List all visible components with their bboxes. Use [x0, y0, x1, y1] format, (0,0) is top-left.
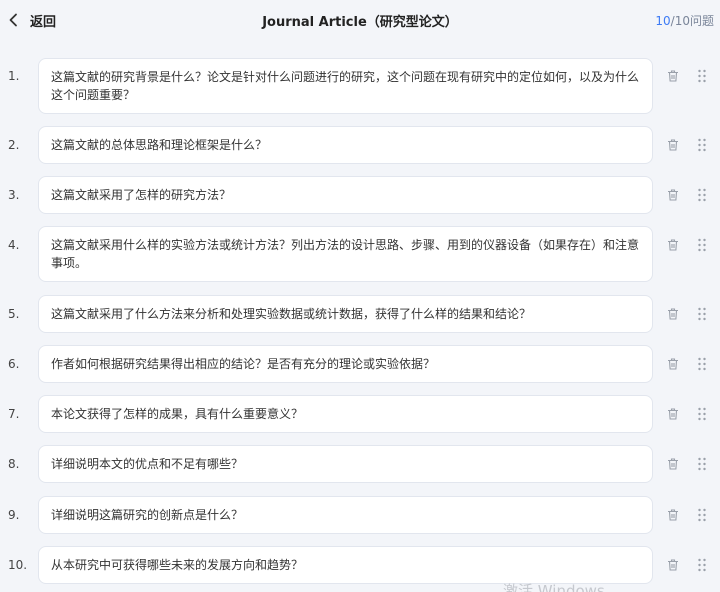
trash-icon[interactable]: [666, 188, 680, 202]
question-number: 8.: [8, 457, 20, 471]
question-number: 5.: [8, 307, 20, 321]
drag-handle-icon[interactable]: [697, 307, 707, 321]
drag-handle-icon[interactable]: [697, 407, 707, 421]
question-text[interactable]: 从本研究中可获得哪些未来的发展方向和趋势？: [38, 546, 653, 584]
drag-handle-icon[interactable]: [697, 188, 707, 202]
drag-handle-icon[interactable]: [697, 69, 707, 83]
question-number: 2.: [8, 138, 20, 152]
drag-handle-icon[interactable]: [697, 238, 707, 252]
question-text[interactable]: 详细说明本文的优点和不足有哪些？: [38, 445, 653, 483]
question-number: 10.: [8, 558, 28, 572]
question-counter: 10/10问题: [655, 12, 714, 29]
question-number: 3.: [8, 188, 20, 202]
question-text[interactable]: 这篇文献采用了什么方法来分析和处理实验数据或统计数据，获得了什么样的结果和结论？: [38, 295, 653, 333]
trash-icon[interactable]: [666, 407, 680, 421]
trash-icon[interactable]: [666, 508, 680, 522]
trash-icon[interactable]: [666, 307, 680, 321]
counter-total: /10问题: [670, 14, 714, 28]
drag-handle-icon[interactable]: [697, 138, 707, 152]
trash-icon[interactable]: [666, 357, 680, 371]
question-text[interactable]: 详细说明这篇研究的创新点是什么？: [38, 496, 653, 534]
windows-activation-watermark: 激活 Windows: [503, 582, 605, 592]
trash-icon[interactable]: [666, 69, 680, 83]
page-title: Journal Article（研究型论文）: [262, 15, 458, 30]
question-text[interactable]: 这篇文献的总体思路和理论框架是什么？: [38, 126, 653, 164]
question-number: 9.: [8, 508, 20, 522]
question-text[interactable]: 这篇文献的研究背景是什么？论文是针对什么问题进行的研究，这个问题在现有研究中的定…: [38, 58, 653, 114]
drag-handle-icon[interactable]: [697, 508, 707, 522]
question-text[interactable]: 作者如何根据研究结果得出相应的结论？是否有充分的理论或实验依据？: [38, 345, 653, 383]
question-number: 1.: [8, 69, 20, 83]
drag-handle-icon[interactable]: [697, 558, 707, 572]
question-number: 4.: [8, 238, 20, 252]
top-bar: 返回 Journal Article（研究型论文） 10/10问题: [0, 0, 720, 40]
question-text[interactable]: 这篇文献采用什么样的实验方法或统计方法？列出方法的设计思路、步骤、用到的仪器设备…: [38, 226, 653, 282]
drag-handle-icon[interactable]: [697, 357, 707, 371]
question-text[interactable]: 本论文获得了怎样的成果，具有什么重要意义？: [38, 395, 653, 433]
question-text[interactable]: 这篇文献采用了怎样的研究方法？: [38, 176, 653, 214]
trash-icon[interactable]: [666, 457, 680, 471]
question-number: 6.: [8, 357, 20, 371]
question-number: 7.: [8, 407, 20, 421]
trash-icon[interactable]: [666, 238, 680, 252]
trash-icon[interactable]: [666, 558, 680, 572]
drag-handle-icon[interactable]: [697, 457, 707, 471]
counter-current: 10: [655, 14, 671, 28]
trash-icon[interactable]: [666, 138, 680, 152]
